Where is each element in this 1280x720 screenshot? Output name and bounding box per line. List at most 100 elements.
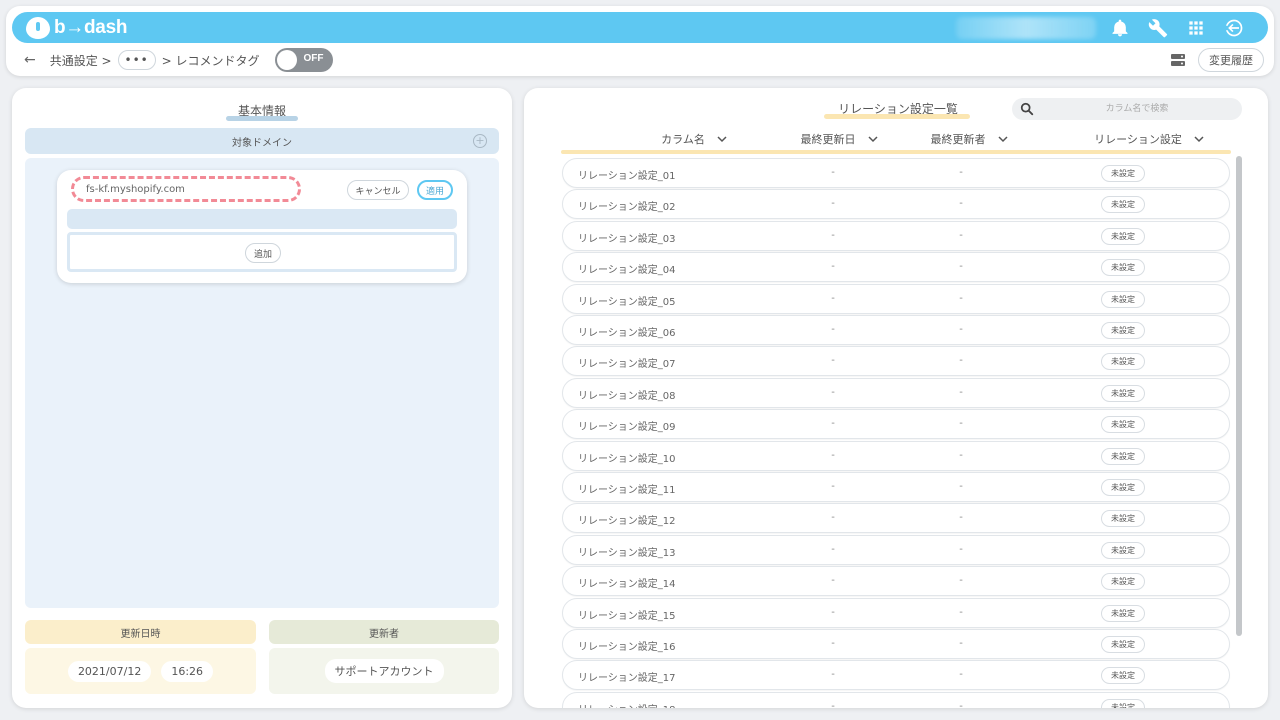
row-updated-date: - — [831, 324, 835, 335]
table-row[interactable]: リレーション設定_07 - - 未設定 — [562, 346, 1230, 376]
updated-date: 2021/07/12 — [67, 660, 152, 682]
row-relation-status-button[interactable]: 未設定 — [1101, 636, 1145, 653]
row-relation-status-button[interactable]: 未設定 — [1101, 259, 1145, 276]
chevron-down-icon — [867, 136, 878, 143]
row-updater: - — [959, 387, 963, 398]
row-updater: - — [959, 167, 963, 178]
table-row[interactable]: リレーション設定_03 - - 未設定 — [562, 221, 1230, 251]
table-row[interactable]: リレーション設定_11 - - 未設定 — [562, 472, 1230, 502]
row-updater: - — [959, 198, 963, 209]
table-row[interactable]: リレーション設定_09 - - 未設定 — [562, 409, 1230, 439]
search-input[interactable] — [1042, 100, 1232, 118]
table-row[interactable]: リレーション設定_04 - - 未設定 — [562, 252, 1230, 282]
apps-grid-icon[interactable] — [1186, 18, 1206, 38]
row-relation-status-button[interactable]: 未設定 — [1101, 291, 1145, 308]
row-updated-date: - — [831, 418, 835, 429]
row-relation-status-button[interactable]: 未設定 — [1101, 353, 1145, 370]
topbar-icons — [1110, 16, 1244, 40]
cancel-button[interactable]: キャンセル — [347, 180, 409, 200]
row-column-name: リレーション設定_03 — [578, 234, 676, 245]
column-header-updated-label: 最終更新日 — [800, 133, 856, 146]
top-nav-bar: b→dash — [12, 12, 1268, 43]
row-relation-status-button[interactable]: 未設定 — [1101, 228, 1145, 245]
relation-settings-panel: リレーション設定一覧 カラム名 最終更新日 最終更新者 リレーション設定 リレー… — [524, 88, 1268, 708]
subbar-right: 変更履歴 — [1170, 48, 1264, 72]
row-relation-status-button[interactable]: 未設定 — [1101, 448, 1145, 465]
row-column-name: リレーション設定_14 — [578, 579, 676, 590]
row-updated-date: - — [831, 167, 835, 178]
search-icon — [1020, 102, 1034, 116]
wrench-icon[interactable] — [1148, 18, 1168, 38]
row-relation-status-button[interactable]: 未設定 — [1101, 196, 1145, 213]
breadcrumb-more-button[interactable]: ••• — [117, 50, 156, 70]
add-domain-box: 追加 — [67, 232, 457, 272]
logout-icon[interactable] — [1224, 18, 1244, 38]
table-row[interactable]: リレーション設定_10 - - 未設定 — [562, 441, 1230, 471]
row-updater: - — [959, 669, 963, 680]
apply-button[interactable]: 適用 — [417, 180, 453, 200]
row-column-name: リレーション設定_10 — [578, 454, 676, 465]
row-updater: - — [959, 450, 963, 461]
basic-info-panel: 基本情報 対象ドメイン + キャンセル 適用 追加 更新日時 更新者 2021/… — [12, 88, 512, 708]
row-relation-status-button[interactable]: 未設定 — [1101, 165, 1145, 182]
table-row[interactable]: リレーション設定_18 - - 未設定 — [562, 692, 1230, 708]
table-row[interactable]: リレーション設定_12 - - 未設定 — [562, 503, 1230, 533]
row-updated-date: - — [831, 293, 835, 304]
breadcrumb-root[interactable]: 共通設定 > — [50, 52, 112, 69]
row-updated-date: - — [831, 387, 835, 398]
domain-list-area: キャンセル 適用 追加 — [25, 158, 499, 608]
row-relation-status-button[interactable]: 未設定 — [1101, 699, 1145, 708]
breadcrumb: ← 共通設定 > ••• > レコメンドタグ OFF 変更履歴 — [24, 46, 1264, 74]
column-header-updater[interactable]: 最終更新者 — [914, 128, 1024, 150]
row-updated-date: - — [831, 198, 835, 209]
table-row[interactable]: リレーション設定_01 - - 未設定 — [562, 158, 1230, 188]
row-relation-status-button[interactable]: 未設定 — [1101, 542, 1145, 559]
row-relation-status-button[interactable]: 未設定 — [1101, 479, 1145, 496]
row-relation-status-button[interactable]: 未設定 — [1101, 573, 1145, 590]
add-button[interactable]: 追加 — [245, 243, 281, 263]
plus-circle-icon[interactable]: + — [473, 134, 487, 148]
updated-by-user: サポートアカウント — [324, 659, 444, 683]
row-column-name: リレーション設定_17 — [578, 673, 676, 684]
app-logo[interactable]: b→dash — [26, 15, 127, 40]
target-domain-header: 対象ドメイン + — [25, 128, 499, 154]
table-row[interactable]: リレーション設定_16 - - 未設定 — [562, 629, 1230, 659]
column-header-updated[interactable]: 最終更新日 — [784, 128, 894, 150]
back-arrow-icon[interactable]: ← — [24, 52, 36, 68]
domain-divider-strip — [67, 209, 457, 229]
row-updater: - — [959, 418, 963, 429]
table-row[interactable]: リレーション設定_14 - - 未設定 — [562, 566, 1230, 596]
row-relation-status-button[interactable]: 未設定 — [1101, 510, 1145, 527]
domain-input[interactable] — [71, 176, 301, 202]
row-relation-status-button[interactable]: 未設定 — [1101, 385, 1145, 402]
table-row[interactable]: リレーション設定_13 - - 未設定 — [562, 535, 1230, 565]
table-row[interactable]: リレーション設定_15 - - 未設定 — [562, 598, 1230, 628]
updated-at-values: 2021/07/12 16:26 — [25, 648, 256, 694]
table-row[interactable]: リレーション設定_17 - - 未設定 — [562, 660, 1230, 690]
row-relation-status-button[interactable]: 未設定 — [1101, 605, 1145, 622]
basic-info-title: 基本情報 — [12, 102, 512, 121]
row-column-name: リレーション設定_08 — [578, 391, 676, 402]
row-updated-date: - — [831, 481, 835, 492]
change-history-button[interactable]: 変更履歴 — [1198, 48, 1264, 72]
bell-icon[interactable] — [1110, 18, 1130, 38]
row-relation-status-button[interactable]: 未設定 — [1101, 322, 1145, 339]
table-row[interactable]: リレーション設定_06 - - 未設定 — [562, 315, 1230, 345]
row-column-name: リレーション設定_06 — [578, 328, 676, 339]
table-scrollbar[interactable] — [1236, 156, 1242, 636]
table-row[interactable]: リレーション設定_08 - - 未設定 — [562, 378, 1230, 408]
server-icon[interactable] — [1170, 52, 1186, 68]
table-row[interactable]: リレーション設定_02 - - 未設定 — [562, 189, 1230, 219]
table-row[interactable]: リレーション設定_05 - - 未設定 — [562, 284, 1230, 314]
breadcrumb-current: > レコメンドタグ — [161, 53, 260, 68]
row-column-name: リレーション設定_09 — [578, 422, 676, 433]
row-column-name: リレーション設定_02 — [578, 202, 676, 213]
row-relation-status-button[interactable]: 未設定 — [1101, 416, 1145, 433]
chevron-down-icon — [1194, 136, 1204, 143]
enable-toggle[interactable]: OFF — [275, 48, 334, 72]
row-relation-status-button[interactable]: 未設定 — [1101, 667, 1145, 684]
row-updater: - — [959, 701, 963, 708]
column-header-relation[interactable]: リレーション設定 — [1064, 128, 1234, 150]
column-header-name[interactable]: カラム名 — [584, 128, 804, 150]
chevron-down-icon — [717, 136, 727, 143]
